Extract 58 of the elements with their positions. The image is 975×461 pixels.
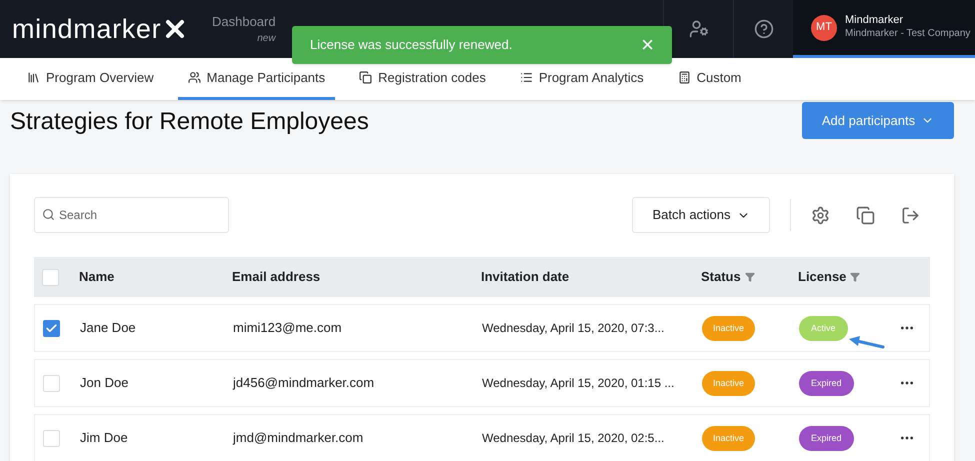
settings-icon[interactable] — [811, 206, 830, 224]
table-cell: Jim Doe — [80, 430, 128, 445]
logo[interactable]: mindmarker — [12, 8, 162, 50]
tab-icon — [359, 71, 372, 84]
tab[interactable]: Registration codes — [349, 58, 496, 100]
table-cell: Wednesday, April 15, 2020, 01:15 ... — [482, 376, 674, 390]
license-badge: Expired — [799, 370, 854, 396]
column-header: License — [798, 268, 846, 286]
checkbox[interactable] — [42, 268, 59, 286]
export-icon[interactable] — [901, 206, 920, 224]
table-cell: Jane Doe — [80, 320, 136, 335]
batch-actions-button[interactable]: Batch actions — [632, 197, 770, 233]
search-icon — [42, 208, 55, 221]
toast-message: License was successfully renewed. — [310, 36, 512, 54]
column-header: Invitation date — [481, 268, 570, 286]
column-header: Status — [701, 268, 741, 286]
check-icon — [45, 322, 58, 334]
status-badge: Inactive — [702, 426, 756, 452]
license-badge: Expired — [799, 426, 854, 452]
page-title: Strategies for Remote Employees — [10, 107, 369, 137]
table-cell: jd456@mindmarker.com — [233, 375, 374, 390]
table-cell: mimi123@me.com — [233, 320, 342, 335]
license-badge: Active — [799, 316, 848, 342]
tab-icon — [520, 71, 533, 84]
table-cell: Jon Doe — [80, 375, 128, 390]
profile-name: Mindmarker — [845, 14, 904, 28]
status-badge: Inactive — [702, 370, 756, 396]
table-cell: Wednesday, April 15, 2020, 07:3... — [482, 321, 664, 335]
tab-icon — [678, 71, 691, 84]
help-icon[interactable] — [754, 19, 774, 39]
user-settings-icon[interactable] — [688, 19, 708, 39]
tab[interactable]: Manage Participants — [178, 58, 336, 100]
tab[interactable]: Program Overview — [17, 58, 164, 100]
copy-icon[interactable] — [856, 206, 875, 224]
table-row[interactable]: Jon Doe jd456@mindmarker.com Wednesday, April 15, 2020, 01:15 ... Inactive Expired — [34, 359, 930, 407]
status-badge: Inactive — [702, 316, 756, 342]
table-cell: jmd@mindmarker.com — [233, 430, 364, 445]
filter-icon[interactable] — [744, 272, 755, 282]
nav-item[interactable]: Dashboard new — [200, 0, 288, 58]
column-header: Email address — [232, 268, 320, 286]
add-participants-button[interactable]: Add participants — [802, 102, 954, 139]
search-field[interactable]: Search — [34, 197, 229, 233]
checkbox[interactable] — [43, 374, 60, 392]
tab-icon — [27, 71, 40, 84]
tab[interactable]: Custom — [668, 58, 752, 100]
profile-company: Mindmarker - Test Company — [845, 28, 970, 41]
table-row[interactable]: Jane Doe mimi123@me.com Wednesday, April 15, 2020, 07:3... Inactive Active — [34, 304, 930, 352]
logo-mark-icon — [165, 19, 186, 39]
tab[interactable]: Program Analytics — [510, 58, 654, 100]
tab-icon — [188, 71, 201, 84]
checkbox[interactable] — [43, 430, 60, 446]
avatar: MT — [811, 14, 837, 40]
table-cell: Wednesday, April 15, 2020, 02:5... — [482, 431, 664, 445]
checkbox[interactable] — [43, 320, 60, 336]
profile-panel[interactable]: MT Mindmarker Mindmarker - Test Company — [793, 0, 975, 58]
filter-icon[interactable] — [850, 272, 860, 282]
table-row[interactable]: Jim Doe jmd@mindmarker.com Wednesday, April 15, 2020, 02:5... Inactive Expired — [34, 414, 930, 461]
column-header: Name — [79, 268, 114, 286]
